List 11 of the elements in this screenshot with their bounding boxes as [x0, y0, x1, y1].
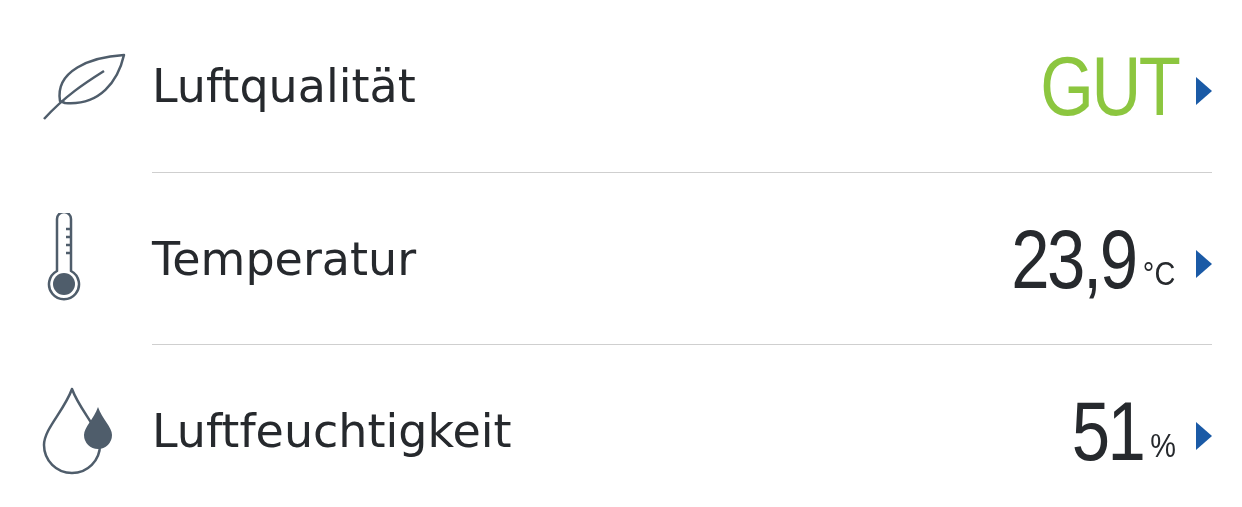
unit-label: %	[1150, 426, 1176, 465]
unit-label: °C	[1142, 254, 1176, 293]
row-label: Luftfeuchtigkeit	[152, 403, 513, 458]
caret-icon[interactable]	[1196, 249, 1212, 278]
caret-icon[interactable]	[1196, 77, 1212, 105]
row-value: GUT	[1040, 44, 1178, 128]
row-value: 51	[1072, 388, 1144, 473]
caret-icon[interactable]	[1196, 421, 1212, 450]
row-label: Luftqualität	[152, 59, 417, 113]
row-value: 23,9	[1011, 216, 1136, 301]
row-label: Temperatur	[152, 231, 418, 286]
